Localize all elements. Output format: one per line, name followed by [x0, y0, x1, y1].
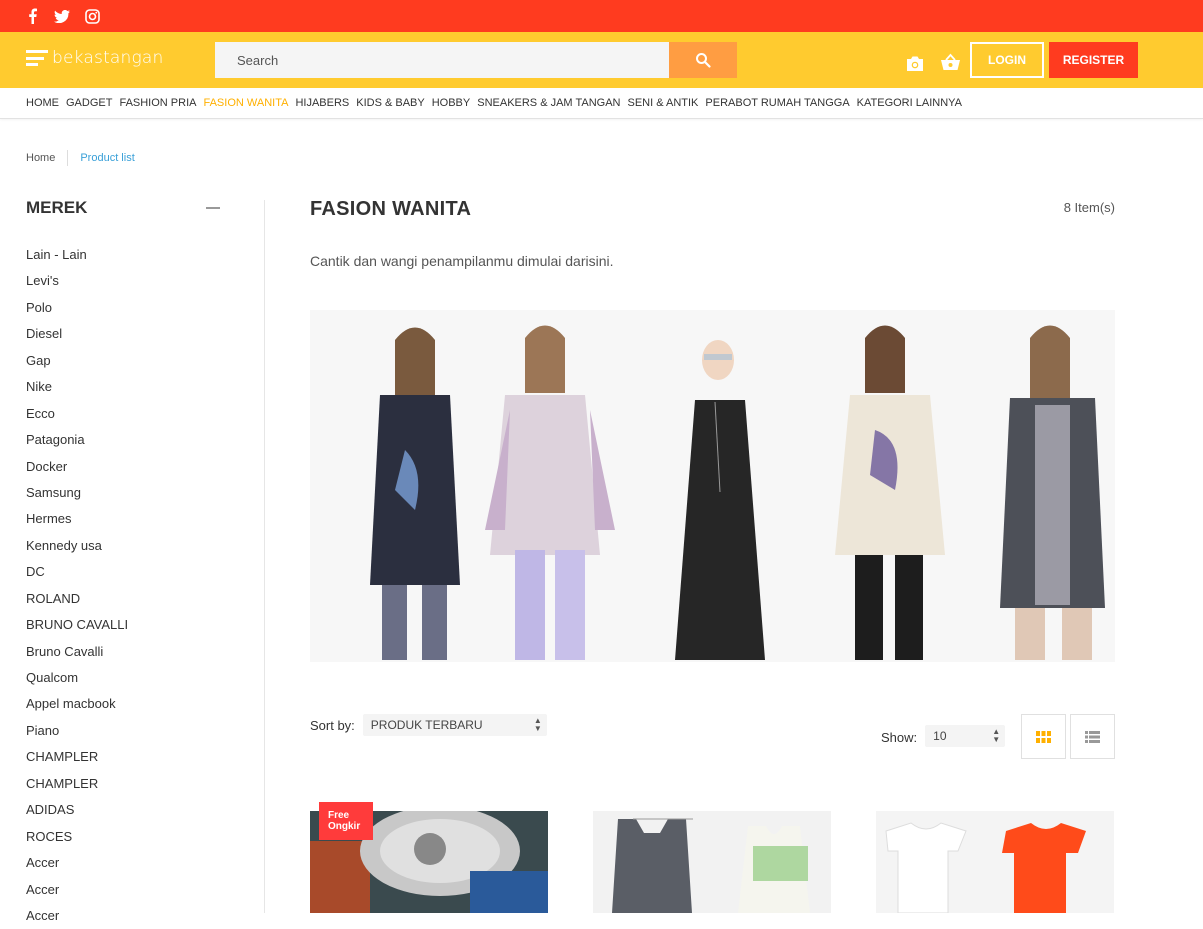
nav-item-hobby[interactable]: HOBBY [432, 97, 471, 109]
brand-filter-item[interactable]: Bruno Cavalli [26, 639, 220, 665]
nav-item-gadget[interactable]: GADGET [66, 97, 112, 109]
select-arrows-icon: ▲ ▼ [533, 716, 542, 733]
search-bar [215, 42, 737, 78]
brand-filter-item[interactable]: Nike [26, 374, 220, 400]
show-label: Show: [881, 729, 918, 745]
breadcrumb-home[interactable]: Home [26, 152, 55, 164]
brand-filter-item[interactable]: Patagonia [26, 427, 220, 453]
show-bar: Show: 10 ▲ ▼ [881, 725, 1006, 748]
instagram-icon[interactable] [84, 8, 100, 24]
camera-icon[interactable] [905, 55, 925, 76]
brand-filter-item[interactable]: ADIDAS [26, 797, 220, 823]
breadcrumb: Home Product list [26, 150, 135, 166]
logo-text: bekastangan [52, 48, 164, 68]
nav-item-kategori-lainnya[interactable]: KATEGORI LAINNYA [857, 97, 962, 109]
nav-item-fasion-wanita[interactable]: FASION WANITA [203, 97, 288, 109]
badge-line-2: Ongkir [328, 821, 361, 832]
product-image-3 [876, 811, 1114, 913]
brand-filter-item[interactable]: Lain - Lain [26, 242, 220, 268]
logo-mark-icon [26, 48, 48, 68]
facebook-icon[interactable] [24, 8, 40, 24]
brand-filter-item[interactable]: ROLAND [26, 586, 220, 612]
social-bar [0, 0, 1203, 32]
product-card-3[interactable] [876, 811, 1114, 913]
nav-item-fashion-pria[interactable]: FASHION PRIA [119, 97, 196, 109]
brand-filter-item[interactable]: Samsung [26, 480, 220, 506]
product-image-2 [593, 811, 831, 913]
badge-line-1: Free [328, 810, 350, 821]
login-button[interactable]: LOGIN [970, 42, 1044, 78]
grid-view-button[interactable] [1021, 714, 1066, 759]
show-select[interactable]: 10 ▲ ▼ [925, 725, 1006, 747]
list-icon [1085, 730, 1100, 743]
main-content: FASION WANITA 8 Item(s) Cantik dan wangi… [310, 198, 1115, 269]
brand-filter-item[interactable]: Kennedy usa [26, 533, 220, 559]
sort-bar: Sort by: PRODUK TERBARU ▲ ▼ [310, 714, 547, 736]
brand-filter-item[interactable]: Accer [26, 903, 220, 929]
search-button[interactable] [669, 42, 737, 78]
brand-filter-item[interactable]: Piano [26, 718, 220, 744]
brand-filter-item[interactable]: Levi's [26, 268, 220, 294]
brand-list: Lain - Lain Levi's Polo Diesel Gap Nike Ecco Pa… [26, 242, 220, 929]
sort-label: Sort by: [310, 717, 355, 733]
brand-filter-item[interactable]: Docker [26, 454, 220, 480]
brand-filter-item[interactable]: Ecco [26, 401, 220, 427]
twitter-icon[interactable] [54, 8, 70, 24]
brand-filter-item[interactable]: Accer [26, 850, 220, 876]
search-input[interactable] [215, 42, 669, 78]
free-shipping-badge: Free Ongkir [319, 802, 373, 840]
nav-item-kids-baby[interactable]: KIDS & BABY [356, 97, 424, 109]
select-arrows-icon: ▲ ▼ [992, 727, 1001, 744]
category-description: Cantik dan wangi penampilanmu dimulai da… [310, 253, 614, 269]
page-title: FASION WANITA [310, 198, 472, 220]
breadcrumb-divider [67, 150, 69, 166]
brand-filter-item[interactable]: CHAMPLER [26, 744, 220, 770]
register-button[interactable]: REGISTER [1049, 42, 1138, 78]
search-icon [696, 53, 711, 68]
nav-item-perabot[interactable]: PERABOT RUMAH TANGGA [705, 97, 849, 109]
grid-icon [1036, 730, 1051, 743]
brand-filter-item[interactable]: Polo [26, 295, 220, 321]
brand-filter-item[interactable]: CHAMPLER [26, 771, 220, 797]
brand-filter-item[interactable]: Diesel [26, 321, 220, 347]
sort-select-value: PRODUK TERBARU [370, 718, 483, 732]
sort-select[interactable]: PRODUK TERBARU ▲ ▼ [362, 714, 547, 736]
nav-item-sneakers[interactable]: SNEAKERS & JAM TANGAN [477, 97, 620, 109]
brand-filter-item[interactable]: ROCES [26, 824, 220, 850]
nav-item-seni-antik[interactable]: SENI & ANTIK [627, 97, 698, 109]
brand-filter-item[interactable]: Appel macbook [26, 691, 220, 717]
brand-filter-item[interactable]: Hermes [26, 506, 220, 532]
list-view-button[interactable] [1070, 714, 1115, 759]
sidebar-title: MEREK [26, 198, 88, 217]
brand-filter-item[interactable]: DC [26, 559, 220, 585]
breadcrumb-current: Product list [80, 152, 135, 164]
nav-item-hijabers[interactable]: HIJABERS [295, 97, 349, 109]
brand-filter-item[interactable]: BRUNO CAVALLI [26, 612, 220, 638]
brand-filter-item[interactable]: Gap [26, 348, 220, 374]
site-logo[interactable]: bekastangan [26, 48, 164, 68]
collapse-minus-icon[interactable] [206, 207, 220, 209]
item-count: 8 Item(s) [1063, 200, 1115, 215]
nav-item-home[interactable]: HOME [26, 97, 59, 109]
cart-basket-icon[interactable] [940, 53, 961, 75]
sidebar-divider [264, 200, 265, 913]
brand-filter-item[interactable]: Accer [26, 877, 220, 903]
category-nav: HOME GADGET FASHION PRIA FASION WANITA H… [0, 88, 1203, 119]
brand-filter-item[interactable]: Qualcom [26, 665, 220, 691]
category-banner-image [310, 310, 1115, 662]
show-select-value: 10 [933, 729, 947, 743]
product-card-2[interactable] [593, 811, 831, 913]
brand-filter-sidebar: MEREK Lain - Lain Levi's Polo Diesel Gap Nike… [26, 198, 220, 929]
